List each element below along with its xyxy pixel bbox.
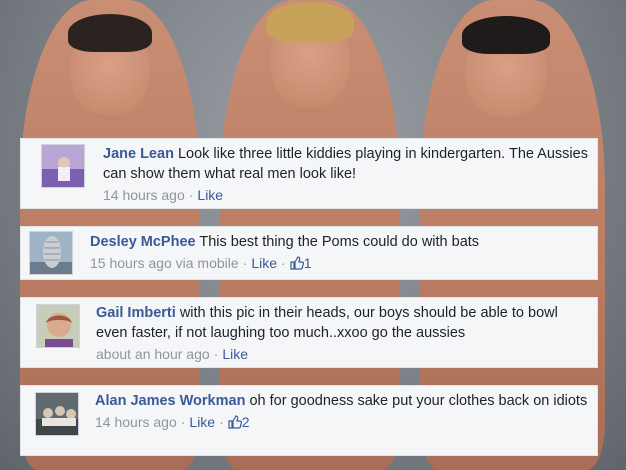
hair-right (462, 16, 550, 54)
comment-body: Desley McPhee This best thing the Poms c… (90, 232, 591, 273)
separator: · (219, 414, 224, 430)
thumbs-up-icon (290, 256, 304, 270)
comment-meta: 14 hours ago · Like (103, 185, 591, 205)
comment-card: Gail Imberti with this pic in their head… (20, 297, 598, 368)
like-link[interactable]: Like (251, 255, 277, 271)
separator: · (242, 255, 248, 271)
comment-time[interactable]: 14 hours ago (95, 414, 177, 430)
avatar-building-icon (30, 232, 72, 274)
comment-card: Alan James Workman oh for goodness sake … (20, 385, 598, 456)
avatar-person-icon (37, 305, 79, 347)
commenter-name-link[interactable]: Jane Lean (103, 146, 174, 162)
like-link[interactable]: Like (222, 346, 248, 362)
comment-card: Desley McPhee This best thing the Poms c… (20, 226, 598, 280)
separator: · (213, 346, 219, 362)
comment-text: This best thing the Poms could do with b… (199, 234, 480, 250)
separator: · (188, 187, 194, 203)
separator: · (180, 414, 186, 430)
like-link[interactable]: Like (197, 187, 223, 203)
avatar[interactable] (29, 231, 73, 275)
like-count-value: 2 (241, 414, 250, 430)
comment-text: Look like three little kiddies playing i… (103, 146, 588, 182)
like-count-value: 1 (303, 255, 312, 271)
separator: · (281, 255, 286, 271)
commenter-name-link[interactable]: Alan James Workman (95, 393, 245, 409)
comment-body: Jane Lean Look like three little kiddies… (103, 144, 591, 205)
like-count[interactable]: 2 (228, 414, 250, 430)
avatar[interactable] (35, 392, 79, 436)
comment-meta: 15 hours ago via mobile · Like · 1 (90, 253, 591, 273)
hair-left (68, 14, 152, 52)
comment-time[interactable]: 15 hours ago via mobile (90, 255, 239, 271)
comment-time[interactable]: about an hour ago (96, 346, 210, 362)
comment-body: Alan James Workman oh for goodness sake … (95, 391, 591, 432)
comment-time[interactable]: 14 hours ago (103, 187, 185, 203)
comment-text: oh for goodness sake put your clothes ba… (249, 393, 588, 409)
like-count[interactable]: 1 (290, 255, 312, 271)
avatar[interactable] (41, 144, 85, 188)
avatar-group-photo-icon (36, 393, 78, 435)
thumbs-up-icon (228, 415, 242, 429)
commenter-name-link[interactable]: Gail Imberti (96, 305, 176, 321)
commenter-name-link[interactable]: Desley McPhee (90, 234, 196, 250)
comment-card: Jane Lean Look like three little kiddies… (20, 138, 598, 209)
comment-body: Gail Imberti with this pic in their head… (96, 303, 591, 364)
hair-middle (266, 2, 354, 42)
like-link[interactable]: Like (189, 414, 215, 430)
avatar[interactable] (36, 304, 80, 348)
comment-meta: about an hour ago · Like (96, 344, 591, 364)
avatar-lavender-field-icon (42, 145, 84, 187)
comment-meta: 14 hours ago · Like · 2 (95, 412, 591, 432)
